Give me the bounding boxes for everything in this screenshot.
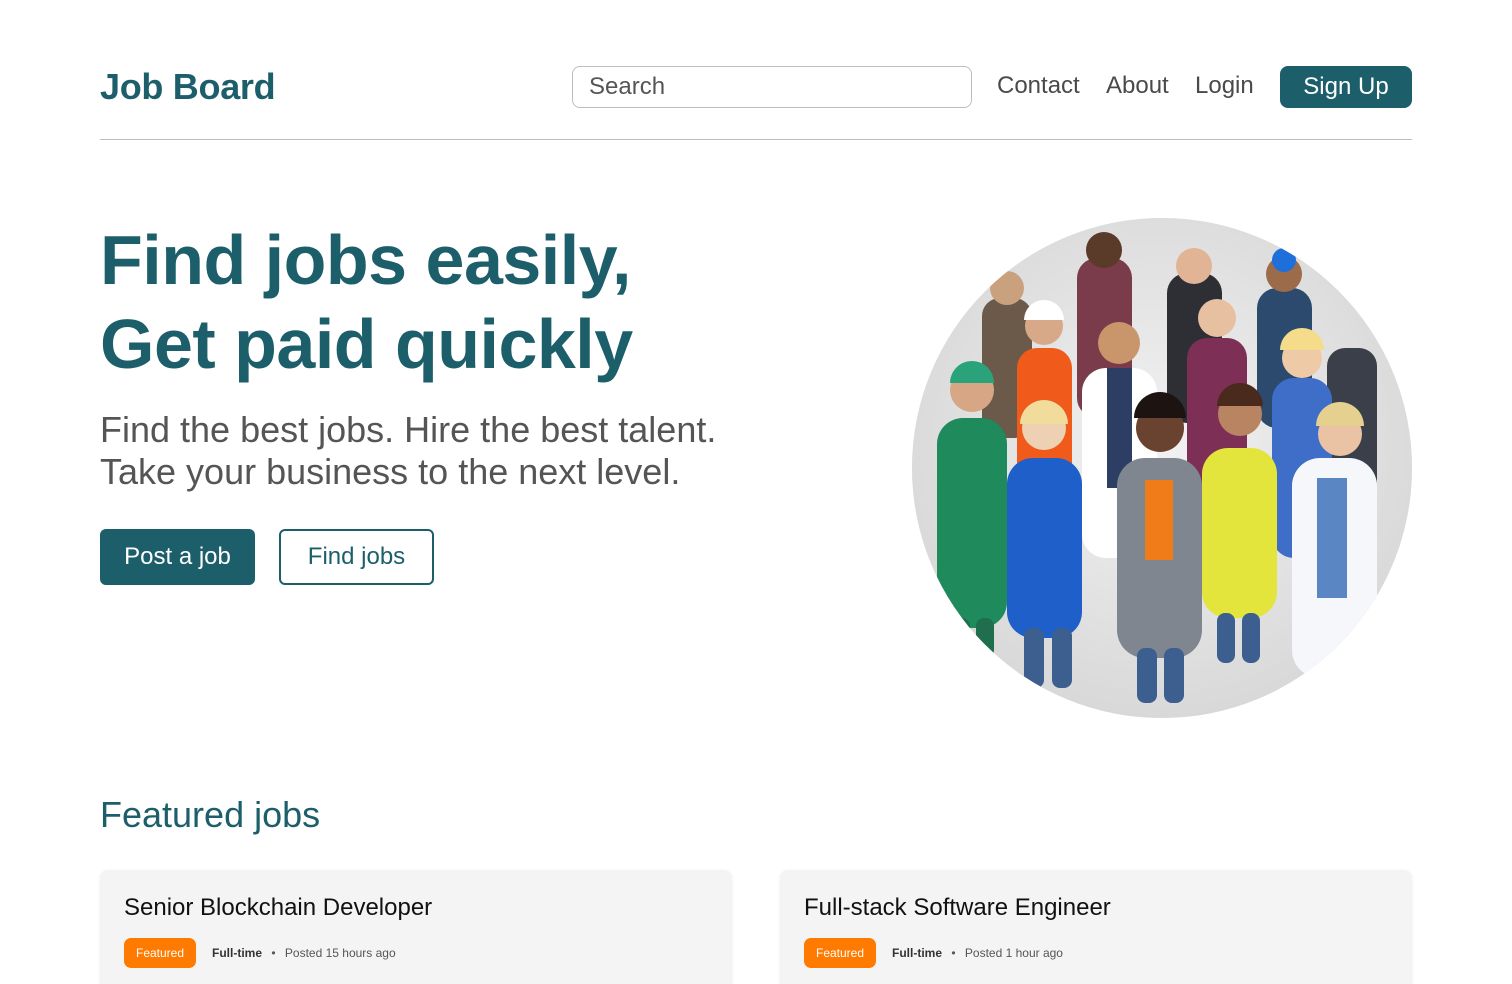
job-card[interactable]: Senior Blockchain Developer Featured Ful…: [100, 870, 732, 984]
nav-about-link[interactable]: About: [1106, 72, 1169, 100]
nav-login-link[interactable]: Login: [1195, 72, 1254, 100]
hero-subtitle: Find the best jobs. Hire the best talent…: [100, 409, 716, 493]
hero-subtitle-line-1: Find the best jobs. Hire the best talent…: [100, 409, 717, 450]
job-posted-time: Posted 1 hour ago: [964, 946, 1063, 960]
meta-separator: •: [951, 946, 956, 960]
search-input[interactable]: [572, 66, 972, 108]
meta-separator: •: [271, 946, 276, 960]
hero-title-line-1: Find jobs easily,: [100, 221, 631, 299]
site-header: Job Board Contact About Login Sign Up: [100, 60, 1412, 114]
job-meta: Full-time • Posted 1 hour ago: [892, 946, 1063, 960]
job-posted-time: Posted 15 hours ago: [284, 946, 396, 960]
header-divider: [100, 139, 1412, 140]
brand-logo[interactable]: Job Board: [100, 66, 276, 108]
job-title[interactable]: Full-stack Software Engineer: [804, 894, 1111, 922]
hero-people-image: [912, 218, 1412, 718]
job-board-page: Job Board Contact About Login Sign Up Fi…: [0, 0, 1512, 984]
featured-jobs-heading: Featured jobs: [100, 794, 321, 835]
job-type: Full-time: [892, 946, 942, 960]
job-card[interactable]: Full-stack Software Engineer Featured Fu…: [780, 870, 1412, 984]
hero-subtitle-line-2: Take your business to the next level.: [100, 451, 681, 492]
hero-title-line-2: Get paid quickly: [100, 305, 633, 383]
signup-button[interactable]: Sign Up: [1280, 66, 1412, 108]
featured-badge: Featured: [804, 938, 876, 968]
post-job-button[interactable]: Post a job: [100, 529, 255, 585]
featured-badge: Featured: [124, 938, 196, 968]
job-title[interactable]: Senior Blockchain Developer: [124, 894, 432, 922]
job-meta: Full-time • Posted 15 hours ago: [212, 946, 396, 960]
hero-title: Find jobs easily, Get paid quickly: [100, 218, 633, 386]
nav-contact-link[interactable]: Contact: [997, 72, 1080, 100]
group-of-people-illustration: [912, 218, 1412, 718]
job-type: Full-time: [212, 946, 262, 960]
find-jobs-button[interactable]: Find jobs: [279, 529, 434, 585]
